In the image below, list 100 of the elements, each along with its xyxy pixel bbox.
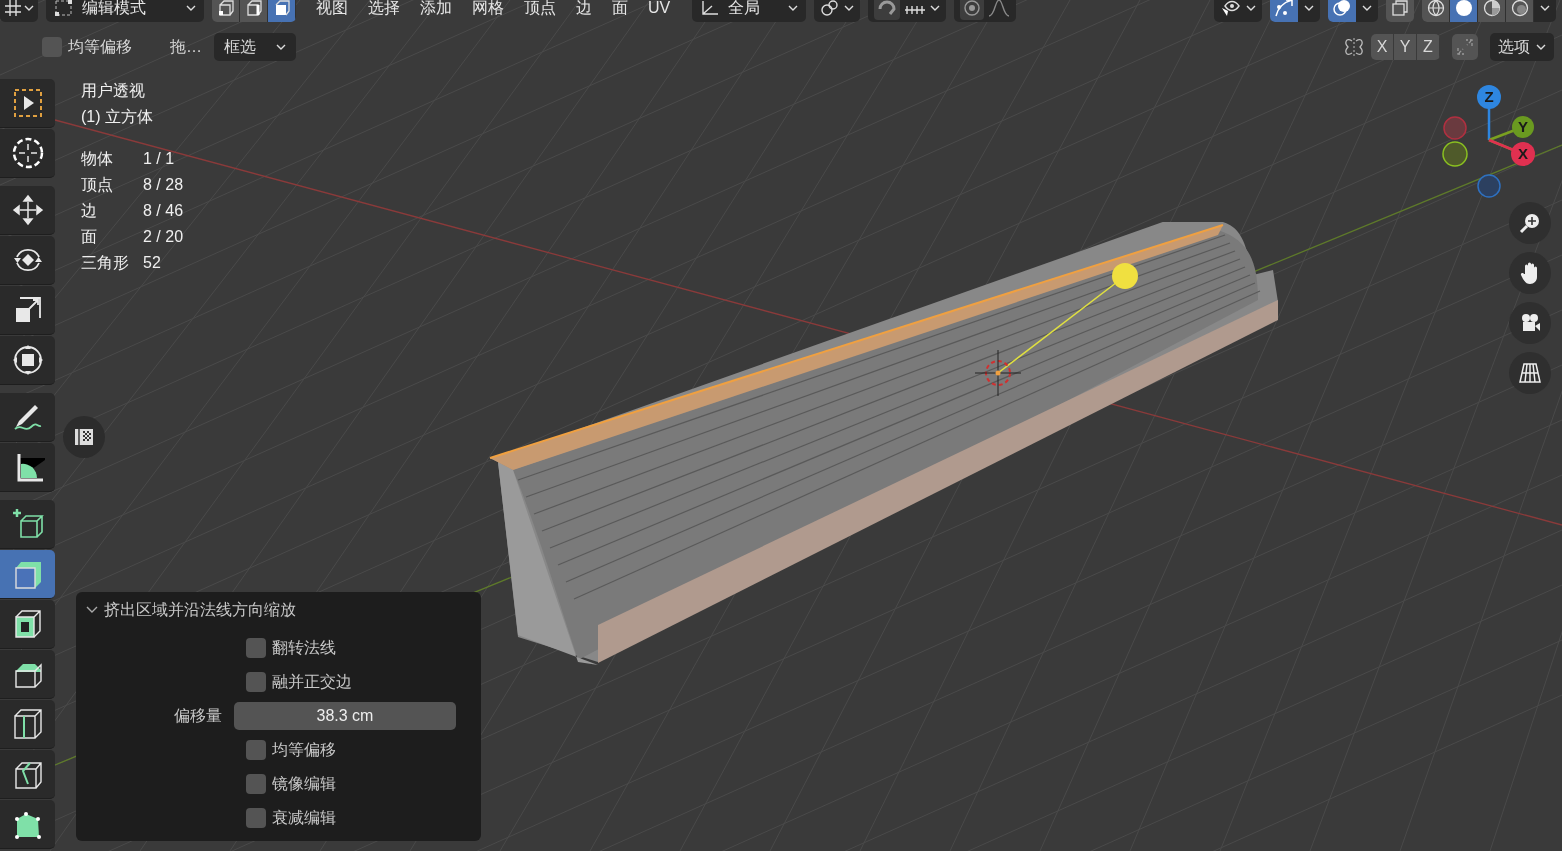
shading-mode-button[interactable] — [1478, 0, 1506, 22]
mirror-axis-toggle[interactable]: Z — [1417, 34, 1440, 60]
panel-header[interactable]: 挤出区域并沿法线方向缩放 — [76, 592, 481, 628]
stat-label: 顶点 — [81, 175, 114, 195]
caret-icon — [1536, 44, 1546, 50]
tool-button[interactable] — [0, 336, 55, 385]
shading-mode-button[interactable] — [1422, 0, 1450, 22]
checkbox[interactable] — [246, 638, 266, 658]
mode-dropdown[interactable]: 编辑模式 — [46, 0, 204, 22]
falloff-curve-icon — [988, 0, 1011, 17]
tool-button[interactable] — [0, 393, 55, 442]
select-mode-button[interactable] — [240, 0, 268, 22]
drag-label: 拖… — [170, 37, 202, 57]
checkbox[interactable] — [246, 740, 266, 760]
proportional-toggle[interactable] — [960, 0, 985, 20]
tool-button[interactable] — [0, 79, 55, 128]
select-mode-button[interactable] — [268, 0, 296, 22]
magnet-icon — [876, 0, 899, 17]
caret-icon — [844, 5, 855, 11]
select-mode-button[interactable] — [212, 0, 240, 22]
tool-button[interactable] — [0, 800, 55, 849]
caret-icon — [1362, 5, 1372, 11]
shading-mode-button[interactable] — [1506, 0, 1534, 22]
visibility-dropdown[interactable] — [1214, 0, 1262, 22]
caret-icon — [276, 44, 286, 50]
tool-button[interactable] — [0, 286, 55, 335]
editor-type-button[interactable] — [0, 0, 38, 22]
shading-mode-button[interactable] — [1450, 0, 1478, 22]
checkbox[interactable] — [246, 672, 266, 692]
gizmo-toggle[interactable] — [1270, 0, 1298, 22]
menu-item[interactable]: 视图 — [316, 0, 348, 20]
checkbox[interactable] — [246, 808, 266, 828]
target-icon — [962, 0, 983, 17]
pivot-dropdown[interactable] — [814, 0, 861, 22]
vertex-select-icon — [216, 0, 235, 17]
edit-mode-icon — [54, 0, 74, 17]
overlays-toggle[interactable] — [1328, 0, 1356, 22]
tool-button[interactable] — [0, 186, 55, 235]
add-cube-icon — [10, 507, 45, 541]
checker-icon — [73, 427, 95, 447]
menu-item[interactable]: 选择 — [368, 0, 400, 20]
mirror-axis-toggle[interactable]: X — [1371, 34, 1394, 60]
xray-toggle[interactable] — [1386, 0, 1414, 22]
checkbox-label: 衰减编辑 — [272, 808, 336, 828]
checkbox[interactable] — [42, 37, 62, 57]
tool-button[interactable] — [0, 700, 55, 749]
tool-button[interactable] — [0, 550, 55, 599]
offset-number-field[interactable]: 38.3 cm — [234, 702, 456, 730]
object-name: (1) 立方体 — [81, 107, 154, 127]
tool-button[interactable] — [0, 129, 55, 178]
stat-label: 面 — [81, 227, 98, 247]
view-name: 用户透视 — [81, 81, 146, 101]
field-label: 偏移量 — [173, 706, 223, 726]
drag-mode-dropdown[interactable]: 框选 — [214, 33, 296, 61]
menu-item[interactable]: 面 — [612, 0, 628, 20]
menu-item[interactable]: 网格 — [472, 0, 504, 20]
orientation-dropdown[interactable]: 全局 — [692, 0, 807, 22]
tool-button[interactable] — [0, 500, 55, 549]
tool-button[interactable] — [0, 600, 55, 649]
edge-select-icon — [244, 0, 263, 17]
menu-item[interactable]: 顶点 — [524, 0, 556, 20]
tool-button[interactable] — [0, 750, 55, 799]
axes-icon — [700, 0, 721, 17]
checkbox[interactable] — [246, 774, 266, 794]
menu-item[interactable]: UV — [648, 0, 671, 20]
perspective-grid-icon — [1518, 361, 1542, 385]
stat-label: 物体 — [81, 149, 114, 169]
stat-label: 边 — [81, 201, 98, 221]
wireframe-sphere-icon — [1426, 0, 1445, 17]
checkbox-label: 镜像编辑 — [272, 774, 336, 794]
checkbox-label: 均等偏移 — [272, 740, 336, 760]
caret-icon — [1246, 5, 1256, 11]
checkbox-label: 翻转法线 — [272, 638, 336, 658]
auto-merge-toggle[interactable] — [1452, 34, 1478, 60]
eye-pointer-icon — [1220, 0, 1242, 17]
tool-button[interactable] — [0, 443, 55, 492]
stat-value: 52 — [143, 253, 161, 273]
caret-icon — [1540, 5, 1550, 11]
mirror-axis-toggle[interactable]: Y — [1394, 34, 1417, 60]
overlay-circles-icon — [1332, 0, 1352, 18]
chevron-icon — [86, 606, 98, 614]
menu-item[interactable]: 添加 — [420, 0, 452, 20]
options-dropdown[interactable]: 选项 — [1490, 33, 1554, 61]
mirror-butterfly-icon — [1343, 37, 1365, 57]
zoom-icon — [1518, 211, 1542, 235]
menu-item[interactable]: 边 — [576, 0, 592, 20]
stat-value: 2 / 20 — [143, 227, 184, 247]
caret-icon — [186, 5, 196, 11]
snap-toggle[interactable] — [874, 0, 901, 20]
tool-button[interactable] — [0, 236, 55, 285]
stat-value: 8 / 46 — [143, 201, 184, 221]
stat-label: 三角形 — [81, 253, 130, 273]
stat-value: 1 / 1 — [143, 149, 175, 169]
xray-squares-icon — [1391, 0, 1409, 17]
caret-icon — [1304, 5, 1314, 11]
tool-button[interactable] — [0, 650, 55, 699]
checkbox-label: 融并正交边 — [272, 672, 352, 692]
caret-icon — [930, 5, 941, 11]
move-icon — [10, 193, 45, 227]
solid-sphere-icon — [1454, 0, 1473, 17]
